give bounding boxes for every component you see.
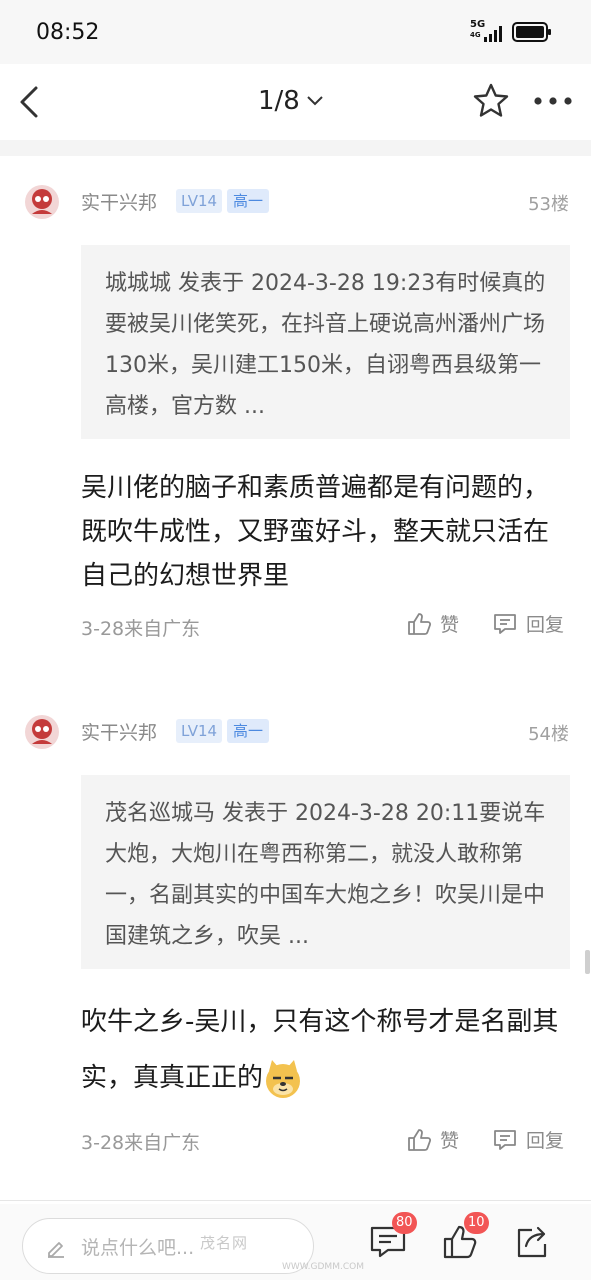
back-icon[interactable]: [14, 84, 50, 120]
doge-emoji-icon: [266, 1059, 301, 1098]
thumbs-up-icon: [408, 612, 432, 635]
reply-button[interactable]: 回复: [492, 1126, 564, 1153]
like-button[interactable]: 赞: [406, 1126, 459, 1153]
reply-label: 回复: [526, 614, 565, 636]
page-selector[interactable]: 1/8: [258, 86, 324, 116]
like-button[interactable]: 赞: [406, 610, 459, 637]
post-time-location: 3-28来自广东: [81, 1132, 201, 1154]
thumbs-up-icon: [408, 1128, 432, 1151]
floor-number: 54楼: [528, 724, 569, 745]
signal-icon: [484, 26, 502, 42]
floor-number: 53楼: [528, 194, 569, 215]
post-item: 实干兴邦 LV14 高一 53楼 城城城 发表于 2024-3-28 19:23…: [0, 156, 591, 686]
post-item: 实干兴邦 LV14 高一 54楼 茂名巡城马 发表于 2024-3-28 20:…: [0, 686, 591, 1198]
avatar[interactable]: [24, 714, 60, 750]
scrollbar-thumb[interactable]: [585, 950, 590, 974]
post-time-location: 3-28来自广东: [81, 618, 201, 640]
post-content-text: 吹牛之乡-吴川，只有这个称号才是名副其实，真真正正的: [81, 1007, 559, 1093]
quoted-post[interactable]: 茂名巡城马 发表于 2024-3-28 20:11要说车大炮，大炮川在粤西称第二…: [81, 775, 570, 969]
pencil-icon: [48, 1242, 64, 1258]
quoted-post[interactable]: 城城城 发表于 2024-3-28 19:23有时候真的要被吴川佬笑死，在抖音上…: [81, 245, 570, 439]
like-label: 赞: [440, 614, 460, 636]
status-bar: 08:52 5G 4G: [0, 0, 591, 64]
network-indicator: 5G 4G: [470, 19, 486, 40]
avatar[interactable]: [24, 184, 60, 220]
battery-icon: [512, 22, 551, 42]
grade-badge: 高一: [227, 189, 270, 213]
username[interactable]: 实干兴邦: [81, 188, 157, 215]
username[interactable]: 实干兴邦: [81, 718, 157, 745]
star-icon[interactable]: [472, 82, 510, 120]
more-icon[interactable]: [532, 94, 574, 108]
level-badge: LV14: [176, 719, 223, 743]
like-label: 赞: [440, 1130, 460, 1152]
status-time: 08:52: [36, 20, 100, 45]
watermark-text: 茂名网: [200, 1234, 249, 1252]
page-indicator-label: 1/8: [258, 86, 300, 116]
watermark-url: WWW.GDMM.COM: [282, 1262, 364, 1272]
reply-button[interactable]: 回复: [492, 610, 564, 637]
level-badge: LV14: [176, 189, 223, 213]
share-icon[interactable]: [512, 1222, 552, 1262]
post-content: 吹牛之乡-吴川，只有这个称号才是名副其实，真真正正的: [81, 994, 561, 1106]
chevron-down-icon: [307, 96, 323, 106]
comment-count-badge: 80: [392, 1212, 417, 1234]
bottom-bar-divider: [0, 1200, 591, 1201]
comment-icon: [494, 1129, 516, 1150]
comment-input[interactable]: 说点什么吧...: [22, 1218, 314, 1274]
like-count-badge: 10: [464, 1212, 489, 1234]
reply-label: 回复: [526, 1130, 565, 1152]
post-content: 吴川佬的脑子和素质普遍都是有问题的，既吹牛成性，又野蛮好斗，整天就只活在自己的幻…: [81, 473, 550, 591]
comment-input-placeholder: 说点什么吧...: [81, 1237, 195, 1259]
grade-badge: 高一: [227, 719, 270, 743]
comment-icon: [494, 613, 516, 634]
section-divider: [0, 140, 591, 156]
top-nav-bar: 1/8: [0, 64, 591, 140]
